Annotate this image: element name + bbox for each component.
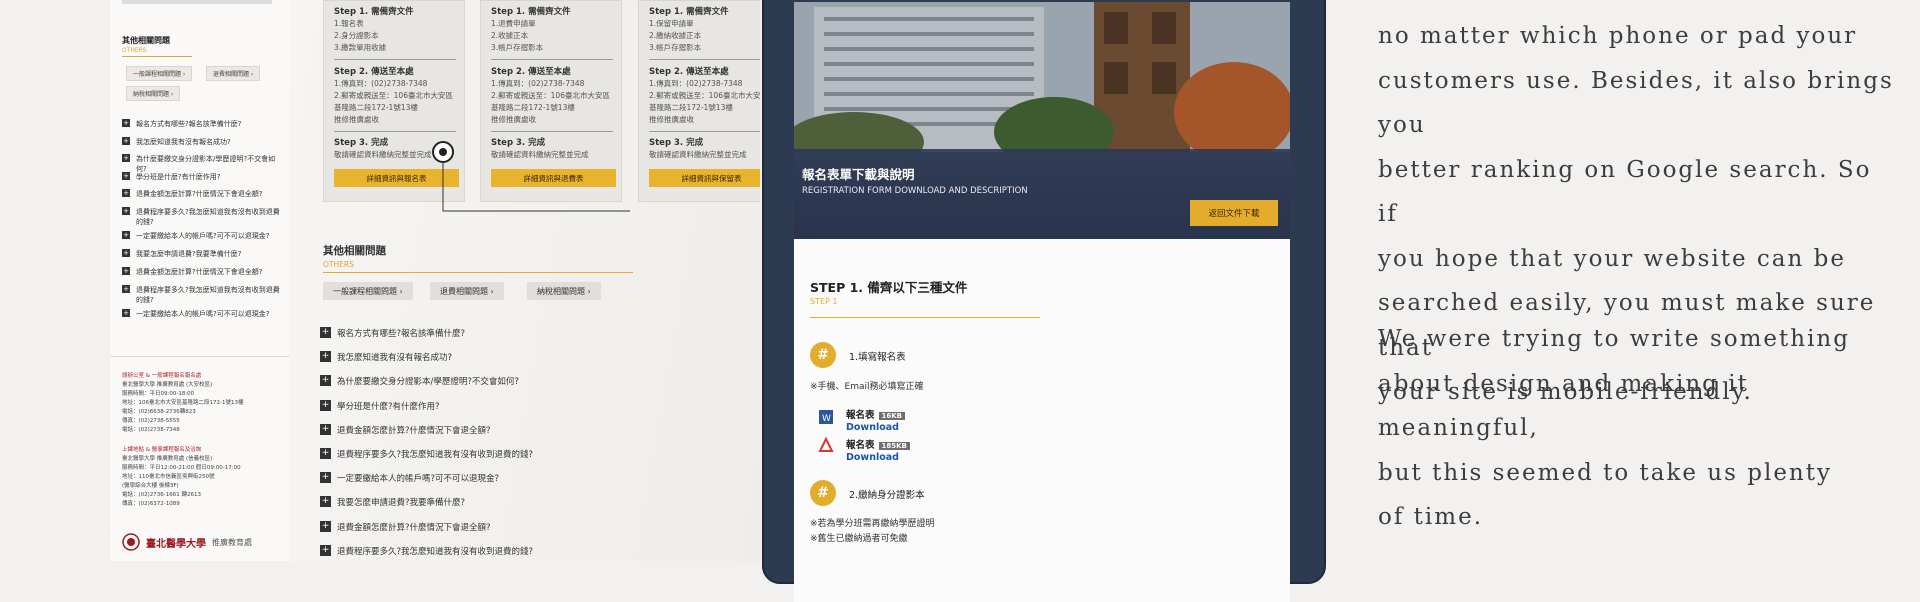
plus-icon: + <box>320 472 331 484</box>
prose-paragraph-2: We were trying to write something about … <box>1378 326 1850 530</box>
faq-item[interactable]: + 我怎麼知道我有沒有報名成功? <box>122 136 282 155</box>
faq-item[interactable]: + 退費金額怎麼計算?什麼情況下會退全額? <box>122 266 282 285</box>
hash-icon: # <box>810 480 836 506</box>
faq-item[interactable]: + 為什麼要繳交身分證影本/學歷證明?不交會如何? <box>320 375 533 399</box>
plus-icon: + <box>320 423 331 435</box>
others-subtitle: OTHERS <box>323 260 354 269</box>
plus-icon: + <box>320 544 331 556</box>
others-subtitle: OTHERS <box>122 47 147 54</box>
chip-refund[interactable]: 退費相關問題 › <box>206 66 261 81</box>
university-seal-icon <box>122 533 140 551</box>
plus-icon: + <box>122 154 130 162</box>
plus-icon: + <box>122 171 130 180</box>
tablet-frame: 報名表單下載與說明 REGISTRATION FORM DOWNLOAD AND… <box>762 0 1326 602</box>
faq-item[interactable]: + 學分班是什麼?有什麼作用? <box>122 171 282 190</box>
tablet-screen: 報名表單下載與說明 REGISTRATION FORM DOWNLOAD AND… <box>794 2 1290 602</box>
faq-list: + 報名方式有哪些?報名該準備什麼? + 我怎麼知道我有沒有報名成功? + 為什麼要繳… <box>320 327 533 561</box>
chip-tax[interactable]: 納稅相關問題 › <box>527 282 601 300</box>
others-title: 其他相關問題 <box>122 36 170 45</box>
faq-item[interactable]: + 一定要繳給本人的帳戶嗎?可不可以退現金? <box>122 230 282 249</box>
footer-office-2: 上課地點 & 醫事課程報名及洽詢 臺北醫學大學 推廣教育處 (信義校區) 服務時… <box>122 447 241 507</box>
file-size-badge: 16KB <box>878 412 906 420</box>
desktop-preview-column: Step 1. 需備齊文件 1.報名表 2.身分證影本 3.繳款單用收據 Ste… <box>290 0 760 561</box>
plus-icon: + <box>122 284 130 293</box>
chip-general[interactable]: 一般課程相關問題 › <box>323 282 413 300</box>
card-reservation: Step 1. 需備齊文件 1.保留申請單 2.繳納收據正本 3.帳戶存摺影本 … <box>638 0 760 202</box>
faq-item[interactable]: + 退費程序要多久?我怎麼知道我有沒有收到退費的錢? <box>320 447 533 472</box>
faq-item[interactable]: + 退費金額怎麼計算?什麼情況下會退全額? <box>320 423 533 448</box>
faq-item[interactable]: + 我怎麼知道我有沒有報名成功? <box>320 351 533 375</box>
item1-note: ※手機、Email務必填寫正確 <box>810 382 924 392</box>
plus-icon: + <box>122 230 130 239</box>
chip-tax[interactable]: 納稅相關問題 › <box>126 86 181 101</box>
faq-list: + 報名方式有哪些?報名該準備什麼? + 我怎麼知道我有沒有報名成功? + 為什麼要繳… <box>122 119 282 327</box>
divider <box>323 272 633 273</box>
faq-item[interactable]: + 一定要繳給本人的帳戶嗎?可不可以退現金? <box>320 472 533 496</box>
reservation-details-button[interactable]: 詳細資訊與保留表 <box>649 169 760 187</box>
plus-icon: + <box>122 136 130 145</box>
faq-item[interactable]: + 退費金額怎麼計算?什麼情況下會退全額? <box>122 189 282 207</box>
faq-item[interactable]: + 一定要繳給本人的帳戶嗎?可不可以退現金? <box>122 308 282 327</box>
plus-icon: + <box>320 520 331 532</box>
plus-icon: + <box>320 447 331 459</box>
item1-title: 1.填寫報名表 <box>849 352 906 363</box>
faq-item[interactable]: + 為什麼要繳交身分證影本/學歷證明?不交會如何? <box>122 154 282 173</box>
faq-item[interactable]: + 我要怎麼申請退費?我要準備什麼? <box>122 248 282 267</box>
item2-notes: ※若為學分班需再繳納學歷證明 ※舊生已繳納過者可免繳 <box>810 519 935 544</box>
footer-divider <box>110 356 290 357</box>
plus-icon: + <box>320 327 331 338</box>
divider <box>122 56 192 57</box>
faq-item[interactable]: + 報名方式有哪些?報名該準備什麼? <box>122 119 282 137</box>
mobile-preview-column: 其他相關問題 OTHERS 一般課程相關問題 › 退費相關問題 › 納稅相關問題… <box>110 0 291 561</box>
pdf-icon <box>818 437 834 452</box>
chip-refund[interactable]: 退費相關問題 › <box>430 282 504 300</box>
step-divider <box>810 317 1040 318</box>
footer-office-1: 總辦公室 & 一般課程報名報名處 臺北醫學大學 推廣教育處 (大安校區) 服務時… <box>122 373 244 433</box>
svg-text:W: W <box>822 414 831 424</box>
item2-title: 2.繳納身分證影本 <box>849 490 925 501</box>
faq-item[interactable]: + 我要怎麼申請退費?我要準備什麼? <box>320 496 533 520</box>
file-size-badge: 185KB <box>878 442 910 450</box>
download-link[interactable]: Download <box>846 452 899 463</box>
plus-icon: + <box>320 399 331 411</box>
plus-icon: + <box>320 375 331 387</box>
step-subtitle: STEP 1 <box>810 297 838 306</box>
plus-icon: + <box>122 308 130 317</box>
footer-logo: 臺北醫學大學 推廣教育處 <box>122 533 252 551</box>
back-to-downloads-button[interactable]: 返回文件下載 <box>1190 200 1278 226</box>
plus-icon: + <box>122 206 130 215</box>
faq-item[interactable]: + 學分班是什麼?有什麼作用? <box>320 399 533 424</box>
plus-icon: + <box>122 248 130 257</box>
hero-subtitle: REGISTRATION FORM DOWNLOAD AND DESCRIPTI… <box>802 186 1028 196</box>
faq-item[interactable]: + 退費金額怎麼計算?什麼情況下會退全額? <box>320 520 533 545</box>
step-title: STEP 1. 備齊以下三種文件 <box>810 280 968 295</box>
plus-icon: + <box>122 266 130 275</box>
plus-icon: + <box>122 119 130 127</box>
others-title: 其他相關問題 <box>323 245 386 257</box>
top-scroll-bar <box>122 0 272 4</box>
hero-banner: 報名表單下載與說明 REGISTRATION FORM DOWNLOAD AND… <box>794 2 1290 239</box>
plus-icon: + <box>122 189 130 197</box>
plus-icon: + <box>320 496 331 508</box>
hero-title: 報名表單下載與說明 <box>802 167 915 182</box>
faq-item[interactable]: + 退費程序要多久?我怎麼知道我有沒有收到退費的錢? <box>122 284 282 309</box>
cursor-connector <box>432 141 630 212</box>
plus-icon: + <box>320 351 331 363</box>
faq-item[interactable]: + 退費程序要多久?我怎麼知道我有沒有收到退費的錢? <box>122 206 282 231</box>
word-doc-icon: W <box>819 410 833 424</box>
chip-general[interactable]: 一般課程相關問題 › <box>126 66 193 81</box>
hash-icon: # <box>810 342 836 368</box>
download-link[interactable]: Download <box>846 422 899 433</box>
campus-building-image <box>794 2 1290 152</box>
faq-item[interactable]: + 退費程序要多久?我怎麼知道我有沒有收到退費的錢? <box>320 544 533 561</box>
faq-item[interactable]: + 報名方式有哪些?報名該準備什麼? <box>320 327 533 351</box>
